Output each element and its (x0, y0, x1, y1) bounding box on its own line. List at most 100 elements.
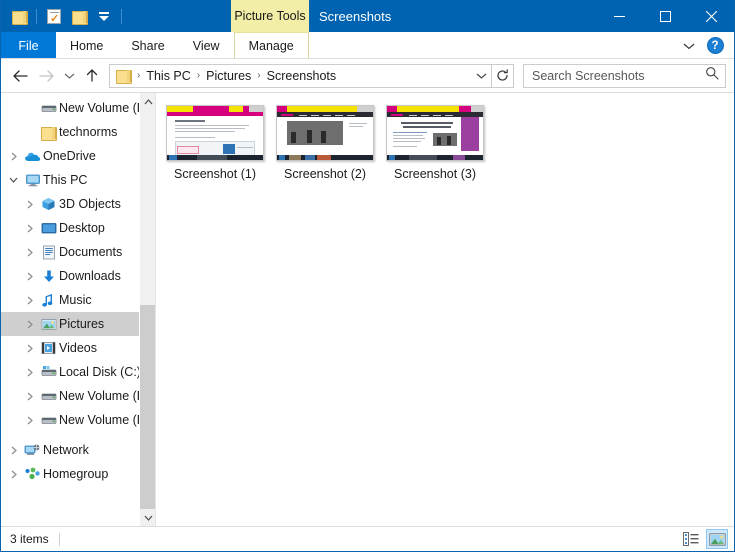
sidebar-item-3d-objects[interactable]: 3D Objects (1, 192, 155, 216)
desktop-icon (38, 222, 59, 235)
chevron-right-icon[interactable] (21, 320, 38, 329)
expand-ribbon-chevron-icon[interactable] (677, 34, 701, 58)
tab-file[interactable]: File (1, 32, 56, 59)
sidebar-scrollbar[interactable] (139, 93, 155, 526)
sidebar-item-desktop[interactable]: Desktop (1, 216, 155, 240)
sidebar-item-onedrive[interactable]: OneDrive (1, 144, 155, 168)
back-button[interactable] (7, 63, 33, 89)
recent-locations-chevron-icon[interactable] (59, 63, 79, 89)
3dobjects-icon (38, 197, 59, 211)
properties-icon[interactable]: ✓ (44, 5, 64, 27)
sidebar-item-label: Videos (59, 341, 97, 355)
sidebar-item-label: This PC (43, 173, 88, 187)
maximize-button[interactable] (642, 0, 688, 32)
breadcrumb-folder-icon[interactable] (114, 69, 135, 84)
sidebar-item-documents[interactable]: Documents (1, 240, 155, 264)
sidebar-item-label: OneDrive (43, 149, 96, 163)
chevron-right-icon[interactable] (21, 416, 38, 425)
list-item[interactable]: Screenshot (2) (270, 99, 380, 185)
breadcrumb-item-this-pc[interactable]: This PC (142, 69, 194, 83)
tab-view[interactable]: View (179, 32, 234, 59)
item-name: Screenshot (1) (174, 167, 256, 181)
list-item[interactable]: Screenshot (1) (160, 99, 270, 185)
chevron-right-icon[interactable] (21, 224, 38, 233)
sidebar-item-pictures[interactable]: Pictures (1, 312, 155, 336)
qat-divider (36, 8, 37, 24)
tab-home[interactable]: Home (56, 32, 117, 59)
chevron-right-icon[interactable] (21, 296, 38, 305)
sidebar-item-label: Local Disk (C:) (59, 365, 141, 379)
items-grid: Screenshot (1) Screenshot (2) Screenshot… (160, 99, 734, 185)
search-input[interactable] (532, 68, 705, 83)
breadcrumb-separator-0[interactable]: › (135, 70, 142, 81)
item-name: Screenshot (3) (394, 167, 476, 181)
sidebar-item-label: 3D Objects (59, 197, 121, 211)
file-list-view[interactable]: Screenshot (1) Screenshot (2) Screenshot… (156, 93, 734, 526)
sidebar-item-music[interactable]: Music (1, 288, 155, 312)
up-button[interactable] (79, 63, 105, 89)
drive-icon (38, 101, 59, 115)
ribbon-right-controls: ? (677, 32, 734, 59)
details-view-button[interactable] (680, 529, 702, 549)
chevron-right-icon[interactable] (5, 152, 22, 161)
new-folder-icon[interactable] (69, 5, 89, 27)
music-icon (38, 293, 59, 308)
explorer-body: New Volume (F:) technorms OneDrive This … (1, 92, 734, 526)
onedrive-icon (22, 150, 43, 163)
chevron-right-icon[interactable] (21, 272, 38, 281)
chevron-right-icon[interactable] (21, 248, 38, 257)
folder-icon (38, 126, 59, 141)
picture-tools-contextual-tab[interactable]: Picture Tools (231, 0, 309, 32)
navigation-pane: New Volume (F:) technorms OneDrive This … (1, 93, 155, 526)
sidebar-item-technorms[interactable]: technorms (1, 120, 155, 144)
sidebar-item-homegroup[interactable]: Homegroup (1, 462, 155, 486)
sidebar-item-new-volume-e[interactable]: New Volume (E:) (1, 384, 155, 408)
search-box[interactable] (523, 63, 726, 88)
address-bar: › This PC › Pictures › Screenshots (1, 59, 734, 92)
thumbnail-image (276, 105, 374, 161)
breadcrumb-dropdown-chevron-icon[interactable] (471, 72, 491, 80)
item-count-label: 3 items (10, 532, 49, 546)
sidebar-item-label: Pictures (59, 317, 105, 331)
chevron-right-icon[interactable] (21, 368, 38, 377)
downloads-icon (38, 269, 59, 284)
sidebar-item-this-pc[interactable]: This PC (1, 168, 155, 192)
chevron-down-icon[interactable] (5, 177, 22, 183)
large-icons-view-button[interactable] (706, 529, 728, 549)
chevron-right-icon[interactable] (5, 470, 22, 479)
status-bar: 3 items (1, 526, 734, 551)
minimize-button[interactable] (596, 0, 642, 32)
scroll-up-arrow-icon[interactable] (140, 93, 155, 110)
tab-manage[interactable]: Manage (233, 32, 309, 59)
sidebar-item-new-volume-f-top[interactable]: New Volume (F:) (1, 96, 155, 120)
refresh-button[interactable] (492, 63, 514, 88)
chevron-right-icon[interactable] (21, 344, 38, 353)
chevron-right-icon[interactable] (5, 446, 22, 455)
scrollbar-thumb[interactable] (140, 305, 155, 510)
sidebar-item-network[interactable]: Network (1, 438, 155, 462)
close-button[interactable] (688, 0, 734, 32)
breadcrumb-separator-2[interactable]: › (255, 70, 262, 81)
sidebar-item-local-disk-c[interactable]: Local Disk (C:) (1, 360, 155, 384)
tab-share[interactable]: Share (117, 32, 178, 59)
sidebar-item-downloads[interactable]: Downloads (1, 264, 155, 288)
sidebar-item-new-volume-f[interactable]: New Volume (F:) (1, 408, 155, 432)
breadcrumb-item-screenshots[interactable]: Screenshots (263, 69, 340, 83)
customize-chevron-icon[interactable] (94, 5, 114, 27)
breadcrumb-separator-1[interactable]: › (195, 70, 202, 81)
documents-icon (38, 245, 59, 260)
chevron-right-icon[interactable] (21, 200, 38, 209)
help-button[interactable]: ? (703, 34, 727, 58)
folder-icon[interactable] (9, 5, 29, 27)
list-item[interactable]: Screenshot (3) (380, 99, 490, 185)
help-icon: ? (706, 37, 724, 54)
thumbnail-wrap (165, 103, 265, 161)
sidebar-item-videos[interactable]: Videos (1, 336, 155, 360)
sidebar-item-label: Network (43, 443, 89, 457)
forward-button[interactable] (33, 63, 59, 89)
breadcrumb-item-pictures[interactable]: Pictures (202, 69, 255, 83)
scroll-down-arrow-icon[interactable] (140, 509, 155, 526)
chevron-right-icon[interactable] (21, 392, 38, 401)
breadcrumb[interactable]: › This PC › Pictures › Screenshots (109, 63, 492, 88)
search-icon[interactable] (705, 66, 719, 85)
